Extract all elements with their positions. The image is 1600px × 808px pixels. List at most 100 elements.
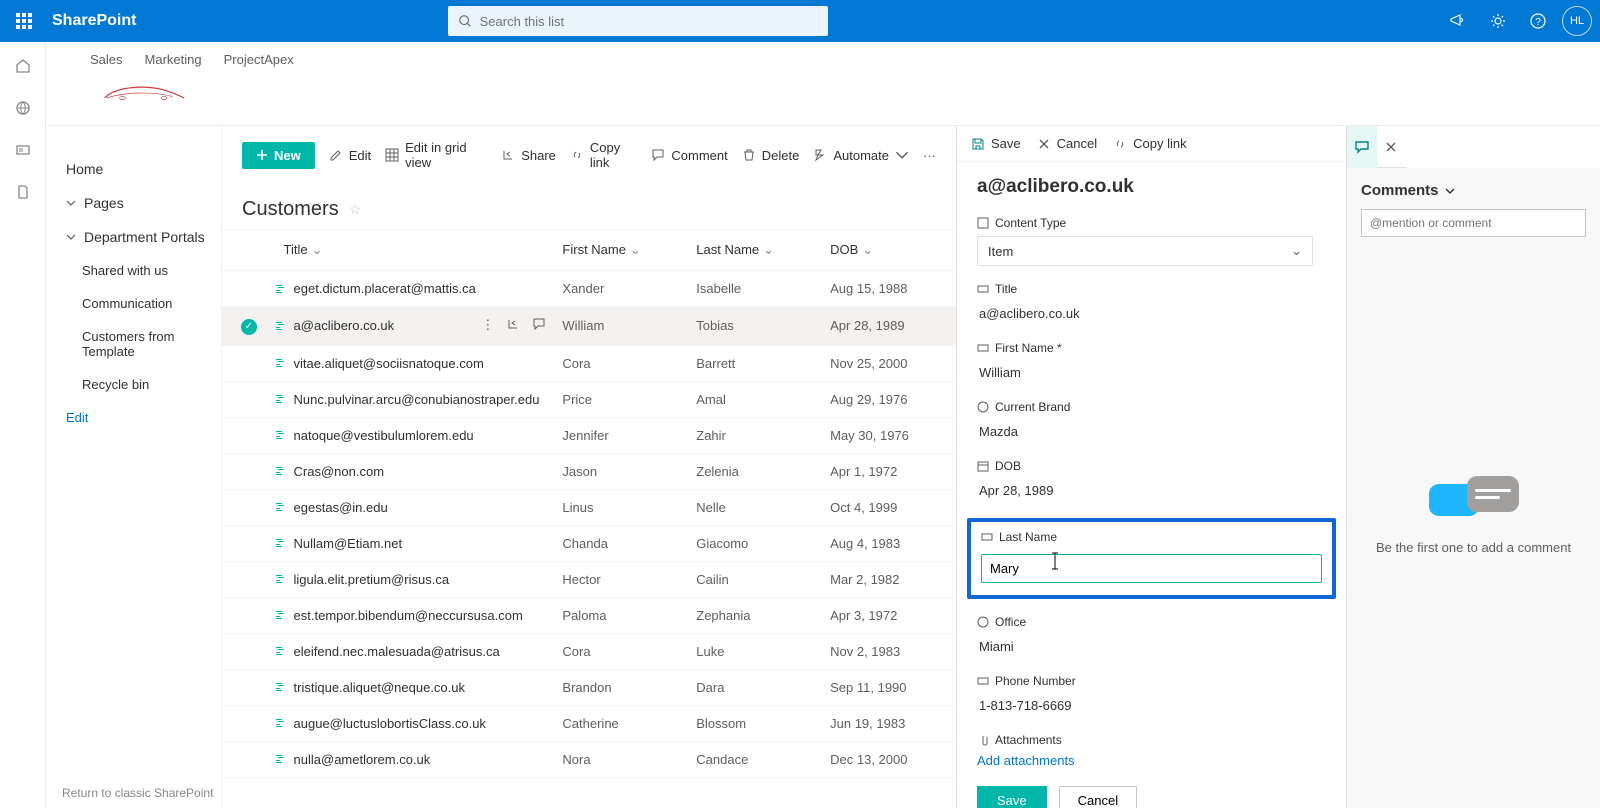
panel-buttons: Save Cancel [977,786,1326,808]
nav-pages[interactable]: Pages [62,186,213,220]
row-title: eleifend.nec.malesuada@atrisus.ca [294,644,547,659]
return-classic-link[interactable]: Return to classic SharePoint [62,786,213,800]
col-dob[interactable]: DOB⌄ [822,230,956,271]
suite-navbar: SharePoint ? HL [0,0,1600,42]
col-title[interactable]: Title⌄ [276,230,555,271]
favorite-star-icon[interactable]: ☆ [349,201,362,218]
field-office[interactable]: Office Miami [977,615,1326,658]
cancel-button[interactable]: Cancel [1059,786,1137,808]
field-phone[interactable]: Phone Number 1-813-718-6669 [977,674,1326,717]
row-dob: Dec 13, 2000 [822,741,956,777]
comment-input[interactable] [1361,209,1586,237]
table-row[interactable]: nulla@ametlorem.co.ukNoraCandaceDec 13, … [222,741,956,777]
table-row[interactable]: ligula.elit.pretium@risus.caHectorCailin… [222,561,956,597]
field-dob[interactable]: DOB Apr 28, 1989 [977,459,1326,502]
close-icon [1037,137,1051,151]
search-input[interactable] [480,14,818,29]
rail-news-icon[interactable] [13,140,33,160]
add-attachments-link[interactable]: Add attachments [977,753,1326,768]
app-launcher[interactable] [8,5,40,37]
table-row[interactable]: Cras@non.comJasonZeleniaApr 1, 1972 [222,453,956,489]
table-row[interactable]: egestas@in.eduLinusNelleOct 4, 1999 [222,489,956,525]
new-button[interactable]: New [242,142,315,169]
table-row[interactable]: Nullam@Etiam.netChandaGiacomoAug 4, 1983 [222,525,956,561]
save-button[interactable]: Save [977,786,1047,808]
nav-edit-link[interactable]: Edit [62,401,213,434]
table-row[interactable]: vitae.aliquet@sociisnatoque.comCoraBarre… [222,345,956,381]
field-firstname[interactable]: First Name * William [977,341,1326,384]
plus-icon [256,149,268,161]
rail-files-icon[interactable] [13,182,33,202]
cmd-share[interactable]: Share [501,148,556,163]
cmd-comment[interactable]: Comment [651,148,727,163]
rail-home-icon[interactable] [13,56,33,76]
nav-dept-portals[interactable]: Department Portals [62,220,213,254]
row-comment-icon[interactable] [532,317,546,334]
table-row[interactable]: Nunc.pulvinar.arcu@conubianostraper.eduP… [222,381,956,417]
table-row[interactable]: augue@luctuslobortisClass.co.ukCatherine… [222,705,956,741]
table-row[interactable]: est.tempor.bibendum@neccursusa.comPaloma… [222,597,956,633]
item-indicator-icon [276,465,286,477]
row-title: Nunc.pulvinar.arcu@conubianostraper.edu [294,392,547,407]
col-last[interactable]: Last Name⌄ [688,230,822,271]
rail-globe-icon[interactable] [13,98,33,118]
table-row[interactable]: eget.dictum.placerat@mattis.caXanderIsab… [222,271,956,307]
lastname-input[interactable] [981,554,1322,583]
chevron-down-icon [66,198,76,208]
row-dob: Aug 29, 1976 [822,381,956,417]
panel-copylink[interactable]: Copy link [1113,136,1186,151]
nav-communication[interactable]: Communication [62,287,213,320]
row-last: Nelle [688,489,822,525]
contenttype-select[interactable]: Item ⌄ [977,236,1313,266]
help-icon[interactable]: ? [1522,5,1554,37]
choice-icon [977,616,989,628]
gear-icon[interactable] [1482,5,1514,37]
cmd-edit[interactable]: Edit [329,148,371,163]
field-contenttype: Content Type Item ⌄ [977,216,1326,266]
table-row[interactable]: ✓a@aclibero.co.uk⋮WilliamTobiasApr 28, 1… [222,307,956,346]
row-title: eget.dictum.placerat@mattis.ca [294,281,547,296]
site-tab-marketing[interactable]: Marketing [145,52,202,67]
cmd-grid[interactable]: Edit in grid view [385,140,487,170]
text-icon [977,342,989,354]
phone-value: 1-813-718-6669 [977,694,1326,717]
cmd-more[interactable]: ··· [923,148,936,163]
row-dob: Oct 4, 1999 [822,489,956,525]
row-last: Zelenia [688,453,822,489]
nav-home[interactable]: Home [62,152,213,186]
cmd-delete[interactable]: Delete [742,148,800,163]
panel-cancel[interactable]: Cancel [1037,136,1097,151]
site-tab-sales[interactable]: Sales [90,52,123,67]
site-tab-projectapex[interactable]: ProjectApex [224,52,294,67]
row-first: Jason [554,453,688,489]
nav-recycle[interactable]: Recycle bin [62,368,213,401]
link-icon [570,148,584,162]
nav-shared[interactable]: Shared with us [62,254,213,287]
calendar-icon [977,460,989,472]
nav-customers-template[interactable]: Customers from Template [62,320,213,368]
item-indicator-icon [276,573,286,585]
field-title[interactable]: Title a@aclibero.co.uk [977,282,1326,325]
megaphone-icon[interactable] [1442,5,1474,37]
row-more-icon[interactable]: ⋮ [481,317,494,334]
col-first[interactable]: First Name⌄ [554,230,688,271]
row-first: Chanda [554,525,688,561]
search-box[interactable] [448,6,828,36]
list-title-bar: Customers ☆ [222,180,956,229]
row-share-icon[interactable] [506,317,520,334]
table-row[interactable]: tristique.aliquet@neque.co.ukBrandonDara… [222,669,956,705]
item-indicator-icon [276,320,286,332]
row-first: Xander [554,271,688,307]
cmd-copylink[interactable]: Copy link [570,140,638,170]
field-brand[interactable]: Current Brand Mazda [977,400,1326,443]
table-row[interactable]: eleifend.nec.malesuada@atrisus.caCoraLuk… [222,633,956,669]
office-value: Miami [977,635,1326,658]
panel-comment-toggle[interactable] [1347,126,1377,168]
user-avatar[interactable]: HL [1562,6,1592,36]
row-first: Jennifer [554,417,688,453]
panel-close[interactable] [1377,126,1407,168]
panel-save[interactable]: Save [971,136,1021,151]
table-row[interactable]: natoque@vestibulumlorem.eduJenniferZahir… [222,417,956,453]
row-dob: Aug 4, 1983 [822,525,956,561]
cmd-automate[interactable]: Automate [813,148,909,163]
